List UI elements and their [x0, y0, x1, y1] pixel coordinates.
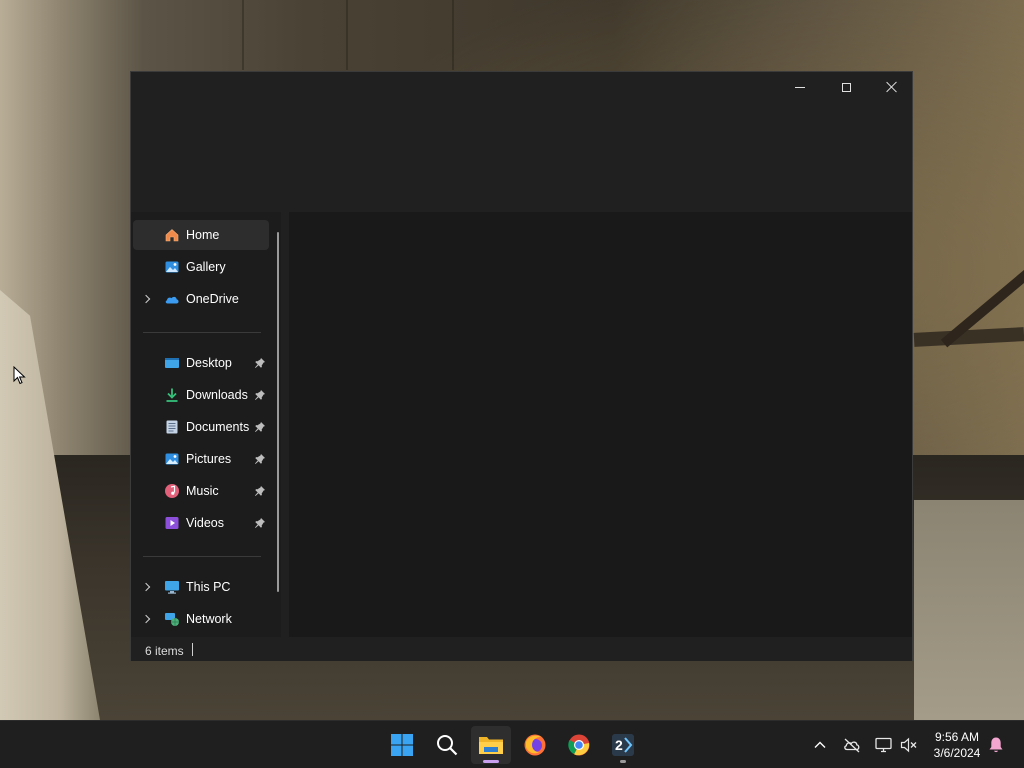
minimize-icon	[795, 86, 805, 88]
windows-start-icon	[391, 734, 413, 756]
pin-icon[interactable]	[254, 421, 266, 433]
tray-onedrive[interactable]	[842, 735, 862, 755]
nav-item-documents[interactable]: Documents	[133, 412, 269, 442]
running-app-indicator	[620, 760, 626, 763]
mouse-cursor-icon	[13, 366, 26, 385]
close-icon	[886, 81, 898, 93]
wallpaper-beam	[913, 327, 1024, 347]
documents-icon	[166, 420, 178, 434]
pin-icon[interactable]	[254, 485, 266, 497]
expand-chevron-icon[interactable]	[141, 614, 151, 624]
downloads-icon	[166, 388, 178, 402]
videos-icon	[165, 517, 179, 529]
volume-muted-icon	[900, 737, 917, 753]
pictures-icon	[165, 453, 179, 465]
nav-item-music[interactable]: Music	[133, 476, 269, 506]
status-bar: 6 items	[131, 637, 912, 661]
svg-text:2: 2	[615, 737, 623, 753]
nav-item-label: OneDrive	[186, 292, 239, 306]
onedrive-icon	[165, 296, 179, 304]
wallpaper-floor	[914, 500, 1024, 720]
notification-center-button[interactable]	[986, 735, 1006, 755]
clock-time: 9:56 AM	[934, 730, 980, 744]
pin-icon[interactable]	[254, 453, 266, 465]
nav-item-label: Music	[186, 484, 219, 498]
navigation-pane: Home Gallery OneDrive Desktop Downloads …	[131, 212, 281, 637]
nav-item-onedrive[interactable]: OneDrive	[133, 284, 269, 314]
nav-item-home[interactable]: Home	[133, 220, 269, 250]
network-icon	[165, 613, 179, 626]
nav-item-label: Home	[186, 228, 220, 242]
nav-item-label: Network	[186, 612, 232, 626]
onedrive-offline-icon	[844, 738, 860, 753]
expand-chevron-icon[interactable]	[141, 294, 151, 304]
status-separator	[192, 643, 193, 656]
nav-item-label: This PC	[186, 580, 231, 594]
nav-item-label: Pictures	[186, 452, 232, 466]
tray-network[interactable]	[874, 735, 894, 755]
nav-item-network[interactable]: Network	[133, 604, 269, 634]
pin-icon[interactable]	[254, 517, 266, 529]
taskbar-file-explorer[interactable]	[471, 726, 511, 764]
music-icon	[165, 484, 179, 498]
wall-seam	[242, 0, 244, 70]
nav-item-this-pc[interactable]: This PC	[133, 572, 269, 602]
nav-item-label: Videos	[186, 516, 224, 530]
file-explorer-icon	[479, 737, 503, 754]
nav-item-desktop[interactable]: Desktop	[133, 348, 269, 378]
taskbar-chrome[interactable]	[559, 726, 599, 764]
wall-seam	[452, 0, 454, 70]
taskbar-app-2x[interactable]: 2	[603, 726, 643, 764]
nav-item-label: Downloads	[186, 388, 248, 402]
nav-item-label: Gallery	[186, 260, 226, 274]
this-pc-icon	[165, 581, 179, 594]
show-hidden-icons-button[interactable]	[810, 735, 830, 755]
file-content-pane[interactable]	[289, 212, 912, 637]
start-button[interactable]	[382, 726, 422, 764]
maximize-button[interactable]	[823, 72, 869, 102]
desktop-icon	[165, 358, 179, 368]
network-icon	[875, 737, 892, 753]
chevron-up-icon	[814, 741, 826, 748]
taskbar-firefox[interactable]	[515, 726, 555, 764]
firefox-icon	[524, 734, 546, 756]
pane-splitter[interactable]	[281, 212, 289, 637]
nav-item-videos[interactable]: Videos	[133, 508, 269, 538]
notification-bell-icon	[989, 737, 1003, 753]
home-icon	[165, 229, 179, 242]
expand-chevron-icon[interactable]	[141, 582, 151, 592]
nav-item-gallery[interactable]: Gallery	[133, 252, 269, 282]
system-clock[interactable]: 9:56 AM 3/6/2024	[928, 729, 986, 761]
gallery-icon	[165, 261, 179, 273]
nav-divider	[143, 332, 261, 333]
nav-item-label: Documents	[186, 420, 250, 434]
maximize-icon	[841, 82, 851, 92]
nav-divider	[143, 556, 261, 557]
minimize-button[interactable]	[777, 72, 823, 102]
nav-scrollbar[interactable]	[277, 232, 279, 592]
search-icon	[437, 735, 458, 756]
pin-icon[interactable]	[254, 357, 266, 369]
item-count: 6 items	[145, 644, 184, 658]
search-button[interactable]	[427, 726, 467, 764]
tray-volume[interactable]	[899, 735, 919, 755]
taskbar: 2 9:56 AM 3/6/2024	[0, 720, 1024, 768]
close-button[interactable]	[869, 72, 915, 102]
title-bar[interactable]	[131, 72, 912, 212]
pin-icon[interactable]	[254, 389, 266, 401]
nav-item-label: Desktop	[186, 356, 232, 370]
chrome-icon	[568, 734, 590, 756]
nav-item-downloads[interactable]: Downloads	[133, 380, 269, 410]
active-app-indicator	[483, 760, 499, 763]
file-explorer-window: Home Gallery OneDrive Desktop Downloads …	[130, 71, 913, 661]
nav-item-pictures[interactable]: Pictures	[133, 444, 269, 474]
clock-date: 3/6/2024	[933, 746, 981, 760]
wall-seam	[346, 0, 348, 70]
app-2x-icon: 2	[612, 734, 634, 756]
